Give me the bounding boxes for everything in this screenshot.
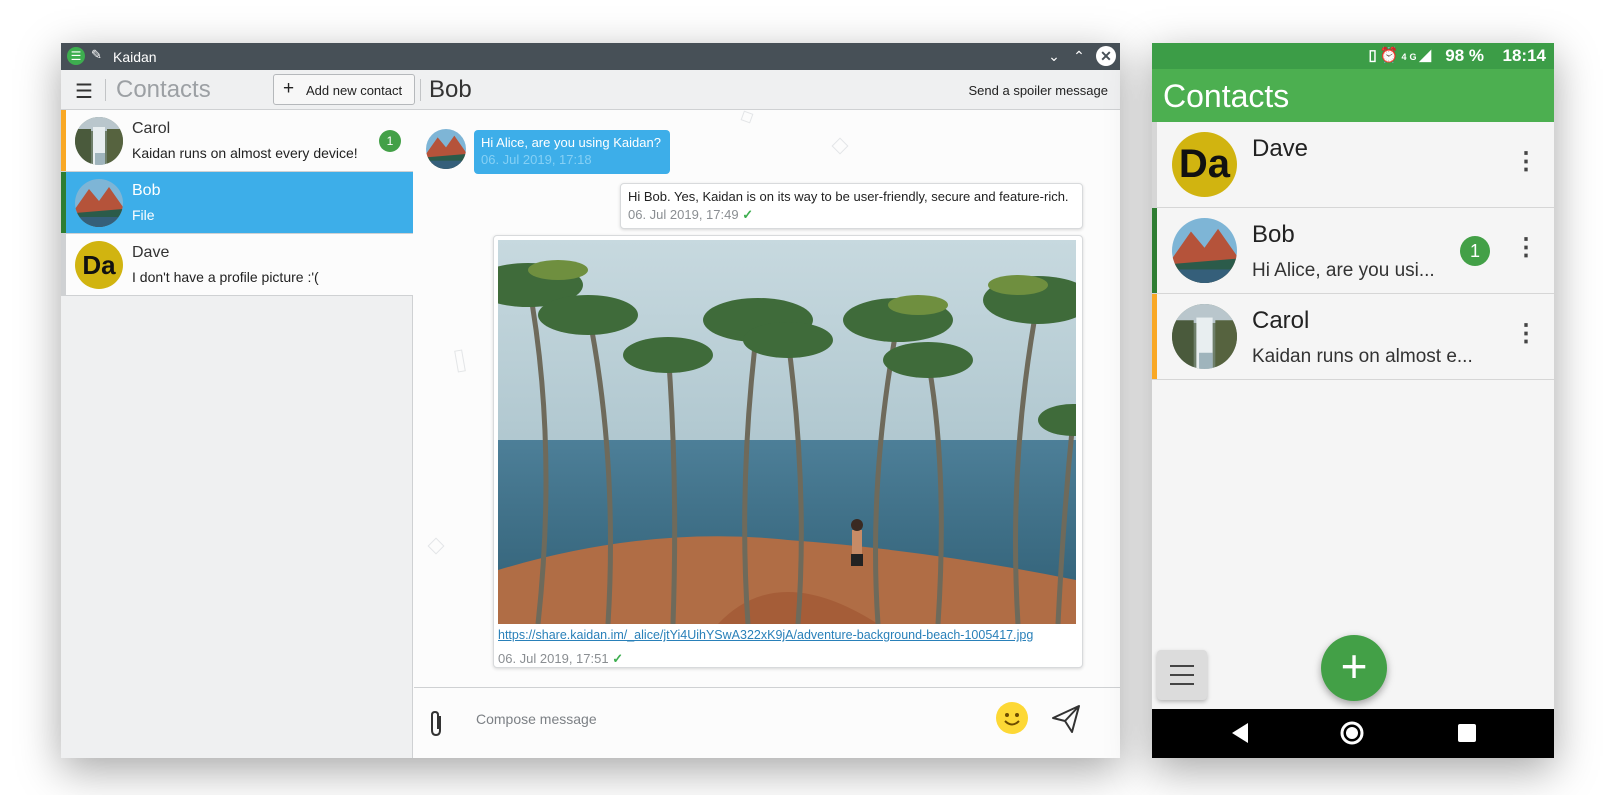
desktop-window: ☰ ✎ Kaidan ⌄ ⌃ ✕ ☰ Contacts + Add new co…	[61, 43, 1120, 758]
spoiler-button[interactable]: Send a spoiler message	[969, 83, 1108, 98]
kaidan-app-icon[interactable]: ☰	[67, 47, 85, 65]
contact-last-message: Kaidan runs on almost e...	[1252, 346, 1473, 367]
battery-level: 98 %	[1445, 46, 1484, 65]
message-text: Hi Bob. Yes, Kaidan is on its way to be …	[628, 189, 1069, 204]
main-toolbar: ☰ Contacts + Add new contact Bob Send a …	[61, 70, 1120, 110]
emoji-icon[interactable]	[996, 702, 1028, 734]
unread-badge: 1	[379, 130, 401, 152]
minimize-icon[interactable]: ⌄	[1044, 46, 1064, 66]
contact-row-dave[interactable]: Da Dave I don't have a profile picture :…	[61, 234, 413, 296]
app-bar: Contacts	[1152, 69, 1554, 122]
more-options-icon[interactable]: ⋮	[1514, 322, 1538, 346]
contact-row-dave[interactable]: Da Dave ⋮	[1152, 122, 1554, 208]
incoming-message[interactable]: Hi Alice, are you using Kaidan? 06. Jul …	[474, 130, 670, 174]
accent-bar	[1152, 122, 1157, 207]
status-bar: ▯⏰4G◢ 98 % 18:14	[1152, 43, 1554, 69]
background-decoration	[454, 349, 466, 373]
page-title: Contacts	[1163, 78, 1290, 114]
message-timestamp: 06. Jul 2019, 17:49	[628, 207, 739, 222]
contacts-title: Contacts	[116, 76, 211, 103]
contact-name: Dave	[132, 244, 170, 261]
contact-name: Carol	[132, 120, 171, 137]
window-titlebar: ☰ ✎ Kaidan ⌄ ⌃ ✕	[61, 43, 1120, 70]
file-link[interactable]: https://share.kaidan.im/_alice/jtYi4UihY…	[498, 628, 1033, 642]
contact-last-message: File	[132, 207, 155, 223]
contact-row-carol[interactable]: Carol Kaidan runs on almost e... ⋮	[1152, 294, 1554, 380]
chat-area[interactable]: Hi Alice, are you using Kaidan? 06. Jul …	[414, 110, 1120, 687]
message-timestamp: 06. Jul 2019, 17:51	[498, 651, 609, 666]
delivered-check-icon: ✓	[612, 651, 624, 666]
back-icon[interactable]	[1230, 722, 1250, 744]
more-options-icon[interactable]: ⋮	[1514, 236, 1538, 260]
hamburger-icon[interactable]: ☰	[75, 79, 93, 104]
add-contact-label: Add new contact	[306, 83, 403, 98]
status-clock: 18:14	[1502, 46, 1546, 65]
accent-bar	[1152, 294, 1157, 379]
more-options-icon[interactable]: ⋮	[1514, 150, 1538, 174]
message-timestamp: 06. Jul 2019, 17:18	[481, 152, 592, 167]
contact-last-message: Kaidan runs on almost every device!	[132, 145, 358, 161]
add-contact-button[interactable]: + Add new contact	[273, 74, 415, 105]
outgoing-image-message[interactable]: https://share.kaidan.im/_alice/jtYi4UihY…	[493, 235, 1083, 668]
message-text: Hi Alice, are you using Kaidan?	[481, 135, 661, 150]
android-navigation-bar	[1152, 709, 1554, 758]
contact-row-carol[interactable]: Carol Kaidan runs on almost every device…	[61, 110, 413, 172]
contact-name: Bob	[132, 182, 161, 199]
toolbar-divider	[105, 79, 106, 101]
message-composer	[414, 687, 1120, 758]
avatar-waterfall	[75, 117, 123, 165]
accent-bar	[61, 172, 66, 233]
contact-name: Bob	[1252, 221, 1295, 248]
delivered-check-icon: ✓	[742, 207, 754, 222]
mobile-device: ▯⏰4G◢ 98 % 18:14 Contacts Da Dave ⋮ Bob …	[1152, 43, 1554, 758]
compose-message-input[interactable]	[476, 711, 976, 727]
pin-icon[interactable]: ✎	[91, 47, 102, 63]
hamburger-line	[1170, 674, 1194, 676]
toolbar-divider	[420, 79, 421, 101]
hamburger-line	[1170, 683, 1194, 685]
plus-icon: +	[283, 78, 295, 99]
window-title: Kaidan	[113, 49, 157, 65]
avatar-mountain-lake	[75, 179, 123, 227]
paperclip-icon[interactable]	[428, 710, 446, 738]
contact-last-message: Hi Alice, are you usi...	[1252, 260, 1435, 281]
contact-row-bob[interactable]: Bob File	[61, 172, 413, 234]
unread-badge: 1	[1460, 236, 1490, 266]
avatar-initials: Da	[75, 241, 123, 289]
close-icon[interactable]: ✕	[1096, 46, 1116, 66]
hamburger-line	[1170, 665, 1194, 667]
drawer-menu-button[interactable]	[1157, 650, 1207, 700]
add-contact-fab[interactable]: +	[1321, 635, 1387, 701]
avatar-waterfall	[1172, 304, 1237, 369]
avatar-initials: Da	[1172, 132, 1237, 197]
accent-bar	[61, 110, 66, 171]
outgoing-message[interactable]: Hi Bob. Yes, Kaidan is on its way to be …	[620, 183, 1083, 229]
contact-name: Dave	[1252, 135, 1309, 162]
background-decoration	[740, 110, 754, 124]
contact-row-bob[interactable]: Bob Hi Alice, are you usi... 1 ⋮	[1152, 208, 1554, 294]
contact-name: Carol	[1252, 307, 1310, 334]
avatar-mountain-lake	[426, 129, 466, 169]
avatar-mountain-lake	[1172, 218, 1237, 283]
maximize-icon[interactable]: ⌃	[1069, 46, 1089, 66]
chat-title: Bob	[429, 76, 472, 103]
status-icons: ▯⏰4G◢	[1368, 47, 1434, 64]
network-label: 4G	[1401, 52, 1420, 62]
background-decoration	[427, 537, 445, 555]
shared-image[interactable]	[498, 240, 1076, 624]
send-icon[interactable]	[1050, 703, 1082, 735]
recents-icon[interactable]	[1458, 724, 1476, 742]
accent-bar	[1152, 208, 1157, 293]
contact-list: Carol Kaidan runs on almost every device…	[61, 110, 413, 758]
accent-bar	[61, 234, 66, 295]
contact-last-message: I don't have a profile picture :'(	[132, 269, 319, 285]
home-icon[interactable]	[1339, 720, 1365, 746]
background-decoration	[831, 137, 849, 155]
